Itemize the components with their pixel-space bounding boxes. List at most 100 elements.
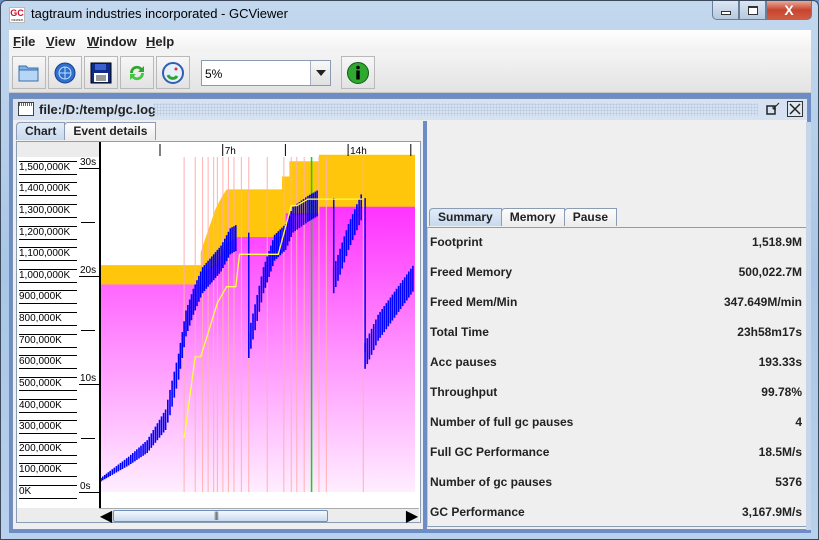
tab-summary[interactable]: Summary — [429, 208, 502, 226]
memory-tick-label: 500,000K — [19, 376, 77, 391]
folder-icon — [18, 65, 39, 81]
info-icon — [347, 61, 369, 84]
close-icon: X — [784, 2, 794, 18]
document-path: file:/D:/temp/gc.log — [39, 102, 156, 117]
summary-label: Throughput — [430, 385, 498, 399]
pause-tick — [79, 167, 99, 169]
title-bar: GC VIEWER tagtraum industries incorporate… — [1, 1, 818, 29]
memory-tick-label: 200,000K — [19, 441, 77, 456]
window-title: tagtraum industries incorporated - GCVie… — [31, 6, 288, 21]
tab-chart[interactable]: Chart — [16, 122, 66, 140]
refresh-icon — [129, 65, 145, 80]
pause-minor-tick — [81, 329, 95, 331]
pause-tick — [79, 383, 99, 385]
summary-label: Footprint — [430, 235, 483, 249]
y-axis-ruler: 1,500,000K 1,400,000K 1,300,000K 1,200,000K… — [17, 142, 99, 508]
memory-tick-label: 900,000K — [19, 290, 77, 305]
restore-icon — [766, 102, 780, 115]
pause-tick — [79, 492, 99, 493]
summary-row: Freed Memory 500,022.7M — [430, 262, 802, 282]
memory-tick-label: 1,400,000K — [19, 182, 77, 197]
memory-tick-label: 1,500,000K — [19, 160, 77, 175]
zoom-value: 5% — [205, 67, 223, 81]
open-file-button[interactable] — [12, 56, 46, 89]
summary-label: Freed Mem/Min — [430, 295, 518, 309]
export-button[interactable] — [84, 56, 118, 89]
memory-tick-label: 600,000K — [19, 355, 77, 370]
memory-tick-label: 300,000K — [19, 420, 77, 435]
memory-tick-label: 1,000,000K — [19, 268, 77, 283]
scroll-left-icon[interactable]: ◀ — [100, 508, 112, 525]
window-icon — [18, 102, 34, 116]
summary-row: Acc pauses 193.33s — [430, 352, 802, 372]
memory-tick-label: 400,000K — [19, 398, 77, 413]
gcviewer-logo-icon: GC VIEWER — [9, 7, 25, 23]
zoom-combo[interactable]: 5% — [201, 60, 331, 86]
time-tick-label: 14h — [350, 146, 367, 157]
client-area: File View Window Help 5% file:/D:/temp/g… — [9, 30, 811, 533]
refresh-button[interactable] — [120, 56, 154, 89]
about-button[interactable] — [341, 56, 375, 89]
menu-bar: File View Window Help — [9, 30, 811, 52]
summary-value: 500,022.7M — [738, 265, 802, 279]
tab-memory[interactable]: Memory — [500, 208, 565, 226]
summary-row: GC Performance 3,167.9M/s — [430, 502, 802, 522]
menu-view[interactable]: View — [46, 34, 75, 49]
close-button[interactable]: X — [766, 1, 812, 20]
memory-tick-label: 1,200,000K — [19, 225, 77, 240]
scroll-right-icon[interactable]: ▶ — [406, 508, 418, 525]
vertical-scrollbar[interactable] — [806, 122, 811, 530]
summary-row: Freed Mem/Min 347.649M/min — [430, 292, 802, 312]
watch-button[interactable] — [156, 56, 190, 89]
maximize-button[interactable] — [739, 1, 766, 20]
floppy-disk-icon — [90, 62, 112, 83]
menu-help[interactable]: Help — [146, 34, 174, 49]
summary-label: Freed Memory — [430, 265, 513, 279]
memory-tick-label: 800,000K — [19, 312, 77, 327]
chevron-down-icon[interactable] — [310, 61, 330, 85]
menu-file[interactable]: File — [13, 34, 35, 49]
close-icon — [789, 103, 801, 115]
time-ruler — [99, 142, 419, 157]
summary-label: Total Time — [430, 325, 489, 339]
restore-button[interactable] — [765, 101, 781, 117]
globe-icon — [54, 62, 76, 83]
summary-row: Footprint 1,518.9M — [430, 232, 802, 252]
pause-tick-label: 10s — [80, 372, 97, 384]
summary-value: 347.649M/min — [723, 295, 802, 309]
summary-label: Acc pauses — [430, 355, 497, 369]
summary-label: Number of full gc pauses — [430, 415, 574, 429]
scroll-corner — [17, 508, 99, 522]
pause-tick-label: 30s — [80, 156, 97, 168]
pause-minor-tick — [81, 221, 95, 223]
summary-value: 4 — [795, 415, 802, 429]
minimize-button[interactable] — [712, 1, 739, 20]
title-grip — [153, 103, 758, 116]
open-url-button[interactable] — [48, 56, 82, 89]
pause-tick — [79, 275, 99, 277]
chart-pane: Chart Event details 1,500,000K 1,400,000K… — [13, 121, 423, 529]
pause-minor-tick — [81, 437, 95, 439]
summary-label: GC Performance — [430, 505, 525, 519]
summary-value: 99.78% — [761, 385, 802, 399]
menu-window[interactable]: Window — [87, 34, 137, 49]
gc-chart[interactable]: 7h 14h — [99, 142, 419, 508]
summary-value: 3,167.9M/s — [741, 505, 802, 519]
pause-tick-label: 0s — [80, 481, 91, 492]
summary-value: 18.5M/s — [758, 445, 802, 459]
summary-value: 5376 — [775, 475, 802, 489]
chart-container: 1,500,000K 1,400,000K 1,300,000K 1,200,000K… — [16, 141, 421, 525]
chart-horizontal-scrollbar[interactable]: ◀ ▶ — [99, 508, 419, 525]
maximize-icon — [747, 5, 758, 15]
document-close-button[interactable] — [787, 101, 803, 117]
tab-pause[interactable]: Pause — [563, 208, 618, 226]
summary-value: 23h58m17s — [737, 325, 802, 339]
tab-event-details[interactable]: Event details — [64, 122, 157, 140]
minimize-icon — [720, 10, 731, 15]
chart-svg: 7h 14h — [99, 142, 419, 508]
scrollbar-thumb[interactable] — [113, 510, 328, 522]
summary-label: Full GC Performance — [430, 445, 550, 459]
pause-tick-label: 20s — [80, 264, 97, 276]
summary-row: Number of gc pauses 5376 — [430, 472, 802, 492]
summary-label: Number of gc pauses — [430, 475, 553, 489]
